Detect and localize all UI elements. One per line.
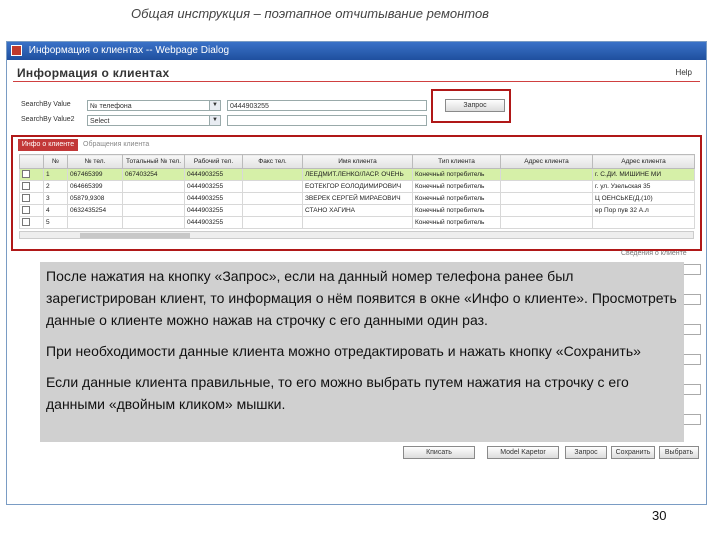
search-by-select-2[interactable]: Select ▼ xyxy=(87,115,221,126)
search-by-select-2-value: Select xyxy=(90,118,110,125)
form-field[interactable] xyxy=(683,414,701,425)
window-icon xyxy=(11,44,22,56)
search-by-select-1[interactable]: № телефона ▼ xyxy=(87,100,221,111)
model-kapetor-button[interactable]: Model Kapetor xyxy=(487,446,559,459)
slide-title: Общая инструкция – поэтапное отчитывание… xyxy=(131,6,489,21)
form-field[interactable] xyxy=(683,294,701,305)
instruction-paragraph-2: При необходимости данные клиента можно о… xyxy=(46,343,641,359)
search-value-input-2[interactable] xyxy=(227,115,427,126)
chevron-down-icon[interactable]: ▼ xyxy=(209,116,220,125)
header-divider xyxy=(13,81,700,82)
form-field[interactable] xyxy=(683,384,701,395)
instruction-paragraph-3: Если данные клиента правильные, то его м… xyxy=(46,374,629,412)
page-number: 30 xyxy=(652,508,667,523)
dialog-titlebar[interactable]: Информация о клиентах -- Webpage Dialog xyxy=(7,42,706,60)
instruction-paragraph-1: После нажатия на кнопку «Запрос», если н… xyxy=(46,268,677,328)
highlight-client-grid xyxy=(11,135,702,251)
select-button[interactable]: Выбрать xyxy=(659,446,699,459)
form-field[interactable] xyxy=(683,264,701,275)
instruction-callout: После нажатия на кнопку «Запрос», если н… xyxy=(40,262,684,442)
form-hint: Сведения о клиенте xyxy=(621,250,687,257)
form-field[interactable] xyxy=(683,324,701,335)
dialog-title: Информация о клиентах -- Webpage Dialog xyxy=(28,45,230,56)
search-label-1: SearchBy Value xyxy=(21,101,71,108)
page-header: Информация о клиентах xyxy=(17,66,170,80)
save-button[interactable]: Сохранить xyxy=(611,446,655,459)
help-link[interactable]: Help xyxy=(676,68,692,77)
search-by-select-1-value: № телефона xyxy=(90,103,132,110)
highlight-query-button xyxy=(431,89,511,123)
request-button[interactable]: Запрос xyxy=(565,446,607,459)
chevron-down-icon[interactable]: ▼ xyxy=(209,101,220,110)
search-value-input-1[interactable]: 0444903255 xyxy=(227,100,427,111)
search-label-2: SearchBy Value2 xyxy=(21,116,75,123)
cancel-button[interactable]: Кписать xyxy=(403,446,475,459)
form-field[interactable] xyxy=(683,354,701,365)
